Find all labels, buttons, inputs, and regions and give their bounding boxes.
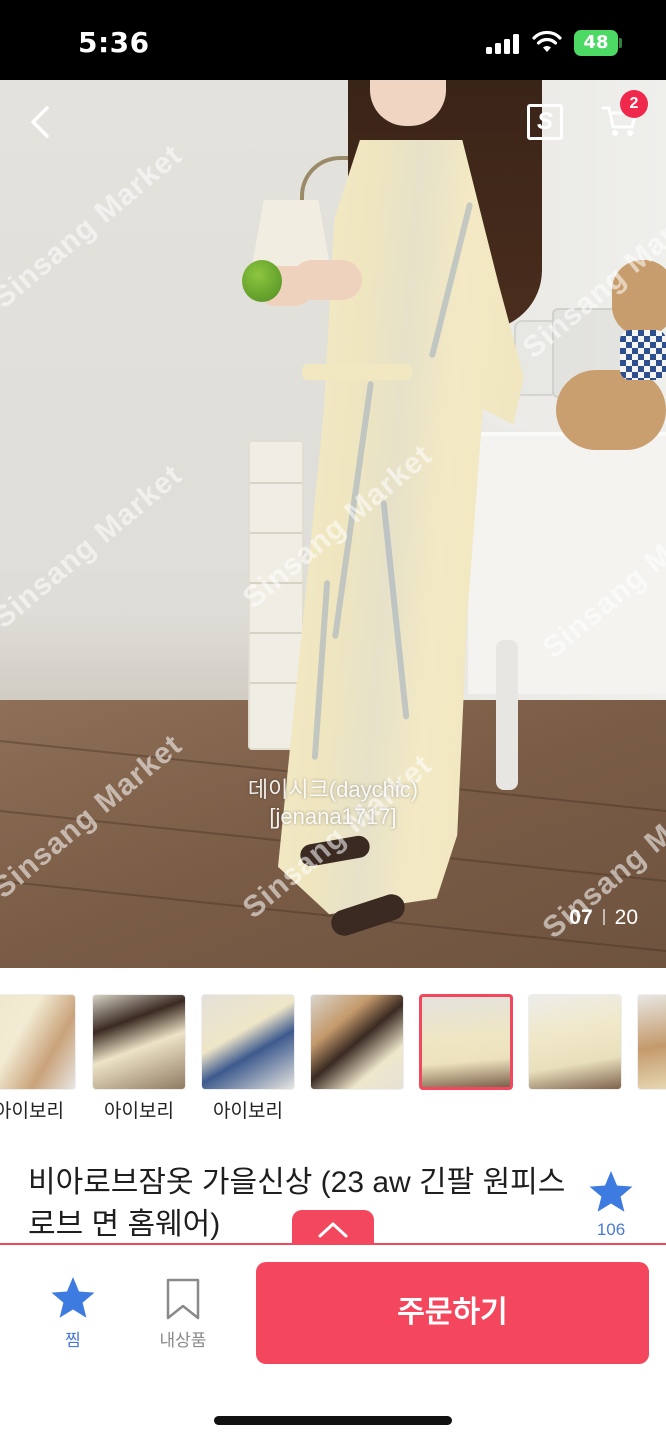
product-image[interactable]: Sinsang Market Sinsang Market Sinsang Ma…	[0, 80, 666, 968]
thumbnail-selected[interactable]	[419, 994, 513, 1090]
seller-caption: 데이시크(daychic)	[247, 777, 419, 802]
thumbnail[interactable]	[528, 994, 622, 1090]
thumbnail[interactable]	[310, 994, 404, 1090]
thumbnail-label: 아이보리	[213, 1101, 283, 1122]
watermark: Sinsang Market	[0, 458, 189, 636]
home-indicator	[214, 1416, 452, 1425]
pager-current: 07	[569, 906, 593, 929]
zzim-label[interactable]: 찜	[50, 1326, 96, 1351]
seller-id-caption: [jenana1717]	[269, 804, 397, 829]
thumbnail-label: 아이보리	[104, 1101, 174, 1122]
thumbnail[interactable]	[201, 994, 295, 1090]
watermark: Sinsang Market	[0, 138, 189, 316]
brand-button[interactable]: S	[527, 104, 563, 140]
bookmark-icon[interactable]	[164, 1278, 202, 1320]
signal-icon	[486, 34, 519, 54]
battery-level: 48	[583, 32, 609, 53]
wifi-icon	[532, 30, 562, 52]
back-button[interactable]	[24, 104, 60, 140]
my-products-label[interactable]: 내상품	[150, 1326, 216, 1351]
status-bar: 5:36 48	[0, 0, 666, 80]
zzim-star-icon[interactable]	[50, 1276, 96, 1320]
chevron-up-icon	[318, 1222, 348, 1238]
star-icon[interactable]	[588, 1170, 634, 1214]
thumbnail-strip[interactable]: 아이보리 아이보리 아이보리	[0, 994, 666, 1124]
cart-count-badge: 2	[620, 90, 648, 118]
pager-total: 20	[614, 906, 638, 929]
thumbnail[interactable]	[92, 994, 186, 1090]
thumbnail-label: 아이보리	[0, 1101, 64, 1122]
order-button[interactable]: 주문하기	[256, 1262, 649, 1364]
battery-indicator: 48	[574, 30, 622, 56]
scroll-up-button[interactable]	[292, 1210, 374, 1246]
thumbnail[interactable]	[0, 994, 76, 1090]
wish-count: 106	[596, 1220, 626, 1239]
image-pager: 07 20	[569, 906, 638, 930]
thumbnail[interactable]	[637, 994, 666, 1090]
status-time: 5:36	[78, 26, 150, 59]
sinsang-s-icon: S	[536, 108, 553, 135]
